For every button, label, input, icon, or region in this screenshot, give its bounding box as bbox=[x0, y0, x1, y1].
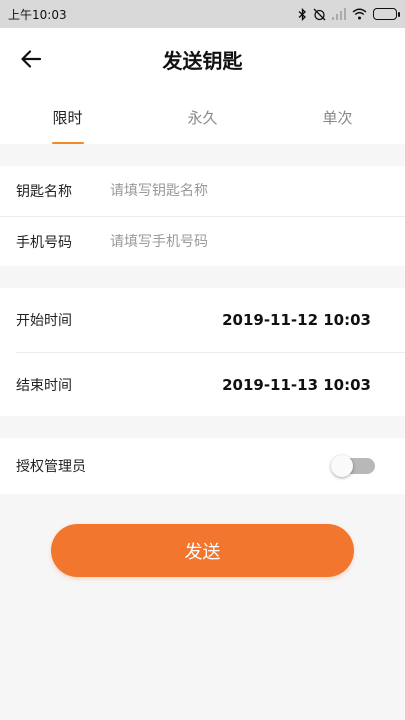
bluetooth-icon bbox=[298, 7, 306, 21]
end-time-row[interactable]: 结束时间 2019-11-13 10:03 bbox=[16, 352, 405, 416]
start-time-row[interactable]: 开始时间 2019-11-12 10:03 bbox=[0, 288, 405, 352]
admin-row: 授权管理员 bbox=[0, 438, 405, 494]
key-type-tabs: 限时 永久 单次 bbox=[0, 90, 405, 144]
status-bar: 上午10:03 bbox=[0, 0, 405, 28]
end-time-value: 2019-11-13 10:03 bbox=[222, 375, 371, 394]
admin-toggle[interactable] bbox=[331, 455, 375, 477]
phone-input[interactable] bbox=[110, 233, 387, 250]
tab-permanent[interactable]: 永久 bbox=[135, 90, 270, 144]
key-info-section: 钥匙名称 手机号码 bbox=[0, 166, 405, 266]
end-time-label: 结束时间 bbox=[16, 377, 72, 394]
status-icons bbox=[298, 7, 400, 21]
wifi-icon bbox=[352, 8, 367, 20]
start-time-label: 开始时间 bbox=[16, 313, 72, 329]
phone-label: 手机号码 bbox=[16, 234, 72, 251]
back-button[interactable] bbox=[14, 45, 48, 73]
page-title: 发送钥匙 bbox=[162, 48, 243, 73]
send-button[interactable]: 发送 bbox=[51, 524, 354, 577]
battery-icon bbox=[373, 8, 400, 20]
admin-label: 授权管理员 bbox=[16, 459, 86, 475]
key-name-row: 钥匙名称 bbox=[0, 166, 405, 216]
phone-row: 手机号码 bbox=[0, 216, 405, 266]
status-time: 上午10:03 bbox=[8, 7, 67, 22]
tab-limited-time[interactable]: 限时 bbox=[0, 90, 135, 144]
key-name-input[interactable] bbox=[110, 183, 387, 199]
alarm-muted-icon bbox=[313, 8, 326, 20]
app-header: 发送钥匙 bbox=[0, 28, 405, 90]
start-time-value: 2019-11-12 10:03 bbox=[222, 311, 371, 329]
time-section: 开始时间 2019-11-12 10:03 结束时间 2019-11-13 10… bbox=[0, 288, 405, 416]
toggle-knob bbox=[331, 455, 353, 477]
admin-section: 授权管理员 bbox=[0, 438, 405, 494]
tab-single-use[interactable]: 单次 bbox=[270, 90, 405, 144]
arrow-left-icon bbox=[21, 50, 41, 68]
signal-icon bbox=[332, 8, 346, 20]
key-name-label: 钥匙名称 bbox=[16, 184, 72, 200]
